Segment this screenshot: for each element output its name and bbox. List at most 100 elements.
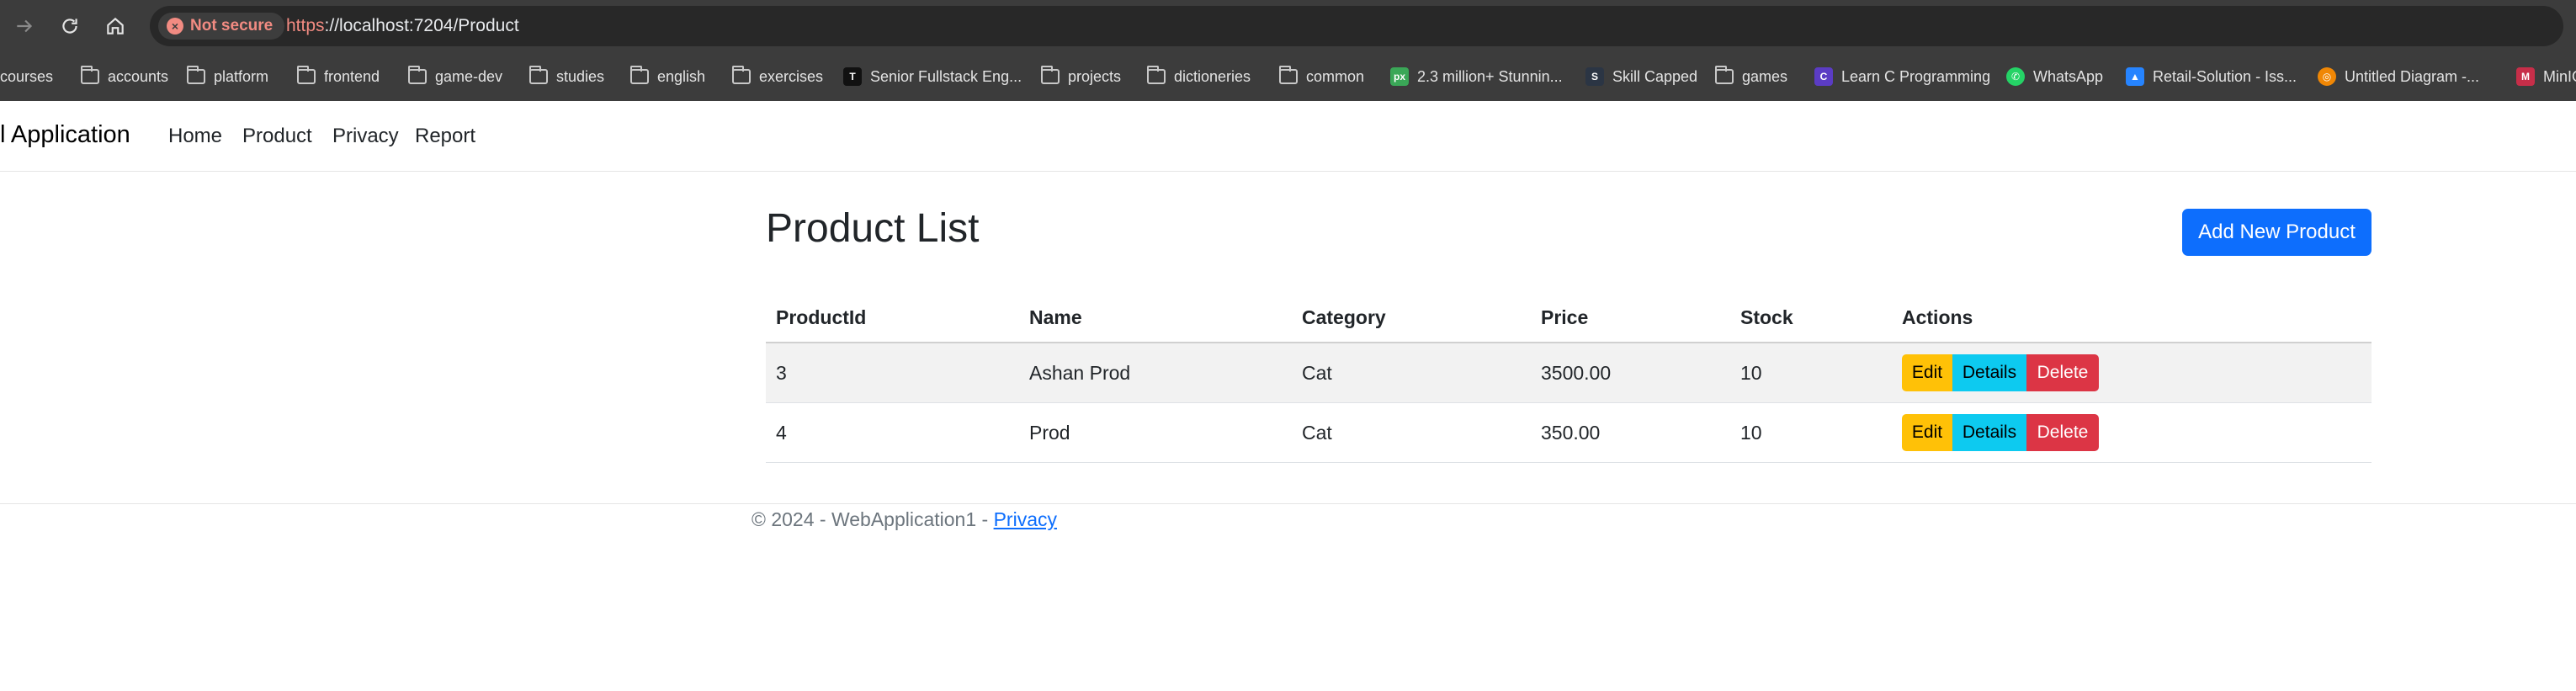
bookmark-label: exercises xyxy=(759,67,824,85)
cell-price: 3500.00 xyxy=(1541,362,1612,384)
bookmark-label: Untitled Diagram -... xyxy=(2345,67,2480,85)
bookmark-item[interactable]: courses xyxy=(0,64,53,89)
home-button[interactable] xyxy=(99,10,131,42)
bookmark-item[interactable]: accounts xyxy=(81,64,168,89)
bookmark-label: game-dev xyxy=(435,67,503,85)
bookmark-item[interactable]: common xyxy=(1279,64,1364,89)
footer-copyright: © 2024 - WebApplication1 - xyxy=(752,508,994,530)
folder-icon xyxy=(732,66,751,84)
app-navbar: l Application Home Product Privacy Repor… xyxy=(0,101,2576,172)
column-header-stock: Stock xyxy=(1740,306,1793,328)
folder-icon xyxy=(630,66,649,84)
folder-icon xyxy=(1279,66,1298,84)
delete-button[interactable]: Delete xyxy=(2026,414,2099,451)
folder-icon xyxy=(529,66,548,84)
folder-icon xyxy=(408,66,427,84)
delete-button[interactable]: Delete xyxy=(2026,354,2099,391)
reload-icon xyxy=(62,19,77,34)
bookmark-item[interactable]: english xyxy=(630,64,705,89)
address-bar[interactable]: × Not secure https://localhost:7204/Prod… xyxy=(150,6,2563,46)
cell-price: 350.00 xyxy=(1541,422,1601,444)
security-chip[interactable]: × Not secure xyxy=(158,13,285,40)
nav-link-report[interactable]: Report xyxy=(415,125,475,148)
page-title: Product List xyxy=(766,206,980,251)
bookmark-label: dictioneries xyxy=(1174,67,1251,85)
bookmark-item[interactable]: exercises xyxy=(732,64,823,89)
folder-icon xyxy=(1041,66,1060,84)
bookmark-item[interactable]: games xyxy=(1715,64,1787,89)
cell-productid: 3 xyxy=(776,362,787,384)
bookmark-label: Senior Fullstack Eng... xyxy=(870,67,1022,85)
reload-button[interactable] xyxy=(54,10,86,42)
cell-stock: 10 xyxy=(1740,362,1762,384)
footer: © 2024 - WebApplication1 - Privacy xyxy=(752,508,1057,531)
url-text[interactable]: https://localhost:7204/Product xyxy=(286,16,519,36)
edit-button[interactable]: Edit xyxy=(1902,414,1952,451)
bookmark-label: Retail-Solution - Iss... xyxy=(2153,67,2297,85)
browser-toolbar: × Not secure https://localhost:7204/Prod… xyxy=(0,0,2576,52)
bookmark-item[interactable]: projects xyxy=(1041,64,1121,89)
footer-privacy-link[interactable]: Privacy xyxy=(994,508,1057,530)
site-favicon: ▲ xyxy=(2126,67,2144,86)
bookmark-item[interactable]: ✆ WhatsApp xyxy=(2006,64,2103,89)
nav-link-product[interactable]: Product xyxy=(242,125,312,148)
bookmark-label: games xyxy=(1742,67,1788,85)
bookmark-label: projects xyxy=(1068,67,1122,85)
cell-name: Ashan Prod xyxy=(1029,362,1131,384)
column-header-actions: Actions xyxy=(1902,306,1973,328)
column-header-category: Category xyxy=(1302,306,1386,328)
bookmark-item[interactable]: S Skill Capped xyxy=(1585,64,1697,89)
bookmark-item[interactable]: M MinIO xyxy=(2516,64,2576,89)
bookmark-item[interactable]: px 2.3 million+ Stunnin... xyxy=(1390,64,1563,89)
table-row: 3 Ashan Prod Cat 3500.00 10 Edit Details… xyxy=(766,343,2372,403)
bookmark-item[interactable]: T Senior Fullstack Eng... xyxy=(843,64,1022,89)
row-actions: Edit Details Delete xyxy=(1902,354,2099,391)
bookmark-item[interactable]: dictioneries xyxy=(1147,64,1251,89)
site-favicon: S xyxy=(1585,67,1604,86)
bookmark-item[interactable]: game-dev xyxy=(408,64,502,89)
cell-stock: 10 xyxy=(1740,422,1762,444)
url-path: ://localhost:7204/Product xyxy=(324,16,519,35)
row-actions: Edit Details Delete xyxy=(1902,414,2099,451)
folder-icon xyxy=(187,66,205,84)
column-header-productid: ProductId xyxy=(776,306,867,328)
add-new-product-button[interactable]: Add New Product xyxy=(2182,209,2372,256)
forward-arrow-icon xyxy=(17,19,33,33)
edit-button[interactable]: Edit xyxy=(1902,354,1952,391)
folder-icon xyxy=(1715,66,1734,84)
folder-icon xyxy=(81,66,99,84)
cell-category: Cat xyxy=(1302,362,1332,384)
not-secure-icon: × xyxy=(167,18,183,35)
bookmark-item[interactable]: ◎ Untitled Diagram -... xyxy=(2318,64,2479,89)
cell-productid: 4 xyxy=(776,422,787,444)
nav-link-home[interactable]: Home xyxy=(168,125,222,148)
bookmark-label: accounts xyxy=(108,67,169,85)
bookmark-item[interactable]: C Learn C Programming xyxy=(1814,64,1990,89)
forward-button[interactable] xyxy=(8,10,40,42)
bookmark-label: WhatsApp xyxy=(2033,67,2104,85)
nav-link-privacy[interactable]: Privacy xyxy=(332,125,399,148)
bookmark-item[interactable]: ▲ Retail-Solution - Iss... xyxy=(2126,64,2297,89)
folder-icon xyxy=(1147,66,1166,84)
site-favicon: M xyxy=(2516,67,2535,86)
site-favicon: T xyxy=(843,67,862,86)
cell-name: Prod xyxy=(1029,422,1070,444)
url-scheme: https xyxy=(286,16,325,35)
table-row: 4 Prod Cat 350.00 10 Edit Details Delete xyxy=(766,403,2372,463)
cell-category: Cat xyxy=(1302,422,1332,444)
bookmark-item[interactable]: studies xyxy=(529,64,604,89)
bookmark-item[interactable]: frontend xyxy=(297,64,380,89)
details-button[interactable]: Details xyxy=(1952,414,2026,451)
bookmark-item[interactable]: platform xyxy=(187,64,268,89)
brand-link[interactable]: l Application xyxy=(0,121,130,149)
bookmarks-bar: courses accounts platform frontend game-… xyxy=(0,52,2576,101)
bookmark-label: english xyxy=(657,67,706,85)
site-favicon: ◎ xyxy=(2318,67,2336,86)
column-header-name: Name xyxy=(1029,306,1082,328)
bookmark-label: frontend xyxy=(324,67,380,85)
details-button[interactable]: Details xyxy=(1952,354,2026,391)
bookmark-label: courses xyxy=(0,67,54,85)
bookmark-label: studies xyxy=(556,67,605,85)
bookmark-label: platform xyxy=(214,67,269,85)
whatsapp-icon: ✆ xyxy=(2006,67,2025,86)
